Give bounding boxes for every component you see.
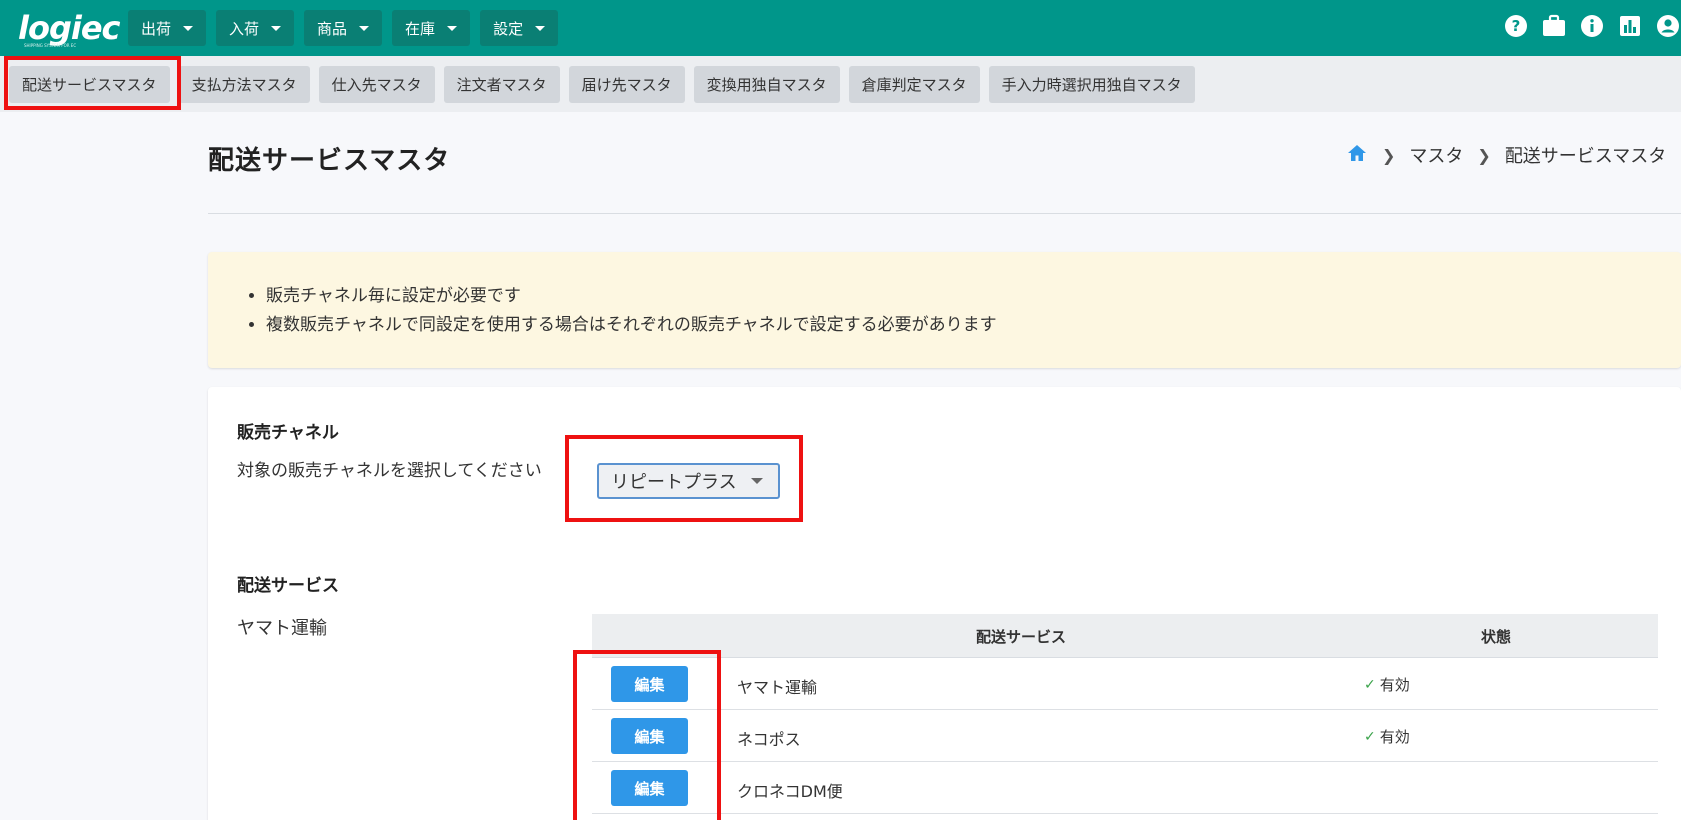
notice-item: 販売チャネル毎に設定が必要です bbox=[266, 282, 997, 311]
status-cell: ✓ 有効 bbox=[1364, 726, 1410, 747]
nav-icon-group: ? bbox=[1503, 13, 1681, 39]
check-icon: ✓ bbox=[1364, 676, 1376, 693]
menu-receiving[interactable]: 入荷 bbox=[216, 10, 295, 46]
table-row: 編集 ネコポス ✓ 有効 bbox=[592, 710, 1658, 762]
column-header-status: 状態 bbox=[1481, 628, 1512, 646]
menu-label: 出荷 bbox=[141, 19, 172, 38]
menu-label: 在庫 bbox=[405, 19, 436, 38]
notice-box: 販売チャネル毎に設定が必要です 複数販売チャネルで同設定を使用する場合はそれぞれ… bbox=[208, 252, 1681, 368]
tab-payment-method-master[interactable]: 支払方法マスタ bbox=[178, 66, 310, 103]
service-name: ヤマト運輸 bbox=[737, 678, 818, 697]
caret-down-icon bbox=[447, 25, 458, 31]
sales-channel-label: 対象の販売チャネルを選択してください bbox=[237, 461, 542, 481]
info-icon[interactable] bbox=[1579, 13, 1605, 39]
menu-label: 商品 bbox=[317, 19, 348, 38]
tab-warehouse-rule-master[interactable]: 倉庫判定マスタ bbox=[848, 66, 980, 103]
logo-tagline: SHIPPING SYSTEM FOR EC bbox=[24, 43, 77, 48]
service-name: クロネコDM便 bbox=[737, 782, 843, 801]
delivery-service-heading: 配送サービス bbox=[237, 576, 339, 596]
home-icon[interactable] bbox=[1346, 143, 1368, 168]
tab-conversion-master[interactable]: 変換用独自マスタ bbox=[693, 66, 840, 103]
menu-products[interactable]: 商品 bbox=[304, 10, 383, 46]
top-navbar: logiec SHIPPING SYSTEM FOR EC 出荷 入荷 商品 在… bbox=[0, 0, 1681, 56]
status-cell: ✓ 有効 bbox=[1364, 674, 1410, 695]
master-tabs: 配送サービスマスタ 支払方法マスタ 仕入先マスタ 注文者マスタ 届け先マスタ 変… bbox=[9, 66, 1195, 103]
tab-destination-master[interactable]: 届け先マスタ bbox=[568, 66, 685, 103]
caret-down-icon bbox=[750, 478, 763, 484]
table-row: 編集 クロネコDM便 bbox=[592, 762, 1658, 814]
briefcase-icon[interactable] bbox=[1541, 13, 1567, 39]
tab-supplier-master[interactable]: 仕入先マスタ bbox=[318, 66, 435, 103]
menu-label: 設定 bbox=[493, 19, 524, 38]
tab-orderer-master[interactable]: 注文者マスタ bbox=[443, 66, 560, 103]
menu-inventory[interactable]: 在庫 bbox=[392, 10, 471, 46]
caret-down-icon bbox=[183, 25, 194, 31]
service-table-header: 配送サービス 状態 bbox=[592, 614, 1658, 658]
page-title: 配送サービスマスタ bbox=[208, 146, 451, 176]
caret-down-icon bbox=[535, 25, 546, 31]
header-divider bbox=[208, 213, 1681, 214]
status-text: 有効 bbox=[1379, 728, 1410, 746]
menu-label: 入荷 bbox=[229, 19, 260, 38]
edit-button[interactable]: 編集 bbox=[611, 666, 688, 702]
check-icon: ✓ bbox=[1364, 728, 1376, 745]
sales-channel-selected-value: リピートプラス bbox=[611, 472, 737, 493]
carrier-name: ヤマト運輸 bbox=[237, 618, 327, 639]
breadcrumb: ❯ マスタ ❯ 配送サービスマスタ bbox=[1346, 142, 1666, 168]
breadcrumb-item-current: 配送サービスマスタ bbox=[1504, 146, 1667, 167]
table-row: 編集 ヤマト運輸 ✓ 有効 bbox=[592, 658, 1658, 710]
tab-manual-input-master[interactable]: 手入力時選択用独自マスタ bbox=[988, 66, 1195, 103]
notice-list: 販売チャネル毎に設定が必要です 複数販売チャネルで同設定を使用する場合はそれぞれ… bbox=[266, 282, 997, 340]
breadcrumb-item-master[interactable]: マスタ bbox=[1409, 142, 1463, 168]
sales-channel-heading: 販売チャネル bbox=[237, 423, 339, 443]
menu-shipping[interactable]: 出荷 bbox=[128, 10, 207, 46]
chart-icon[interactable] bbox=[1617, 13, 1643, 39]
help-icon[interactable]: ? bbox=[1503, 13, 1529, 39]
edit-button[interactable]: 編集 bbox=[611, 718, 688, 754]
chevron-right-icon: ❯ bbox=[1477, 145, 1491, 165]
logo-text: logiec bbox=[18, 9, 120, 47]
column-header-service: 配送サービス bbox=[976, 628, 1067, 646]
main-menu: 出荷 入荷 商品 在庫 設定 bbox=[128, 10, 559, 46]
tab-delivery-service-master[interactable]: 配送サービスマスタ bbox=[9, 66, 170, 103]
svg-text:?: ? bbox=[1512, 17, 1521, 35]
status-text: 有効 bbox=[1379, 676, 1410, 694]
account-icon[interactable] bbox=[1655, 13, 1681, 39]
notice-item: 複数販売チャネルで同設定を使用する場合はそれぞれの販売チャネルで設定する必要があ… bbox=[266, 311, 997, 340]
chevron-right-icon: ❯ bbox=[1382, 145, 1396, 165]
sub-tab-bar: 配送サービスマスタ 支払方法マスタ 仕入先マスタ 注文者マスタ 届け先マスタ 変… bbox=[0, 56, 1681, 112]
caret-down-icon bbox=[271, 25, 282, 31]
sales-channel-select[interactable]: リピートプラス bbox=[597, 463, 780, 499]
service-name: ネコポス bbox=[737, 730, 801, 749]
logo[interactable]: logiec SHIPPING SYSTEM FOR EC bbox=[18, 9, 120, 48]
caret-down-icon bbox=[359, 25, 370, 31]
menu-settings[interactable]: 設定 bbox=[480, 10, 559, 46]
edit-button[interactable]: 編集 bbox=[611, 770, 688, 806]
